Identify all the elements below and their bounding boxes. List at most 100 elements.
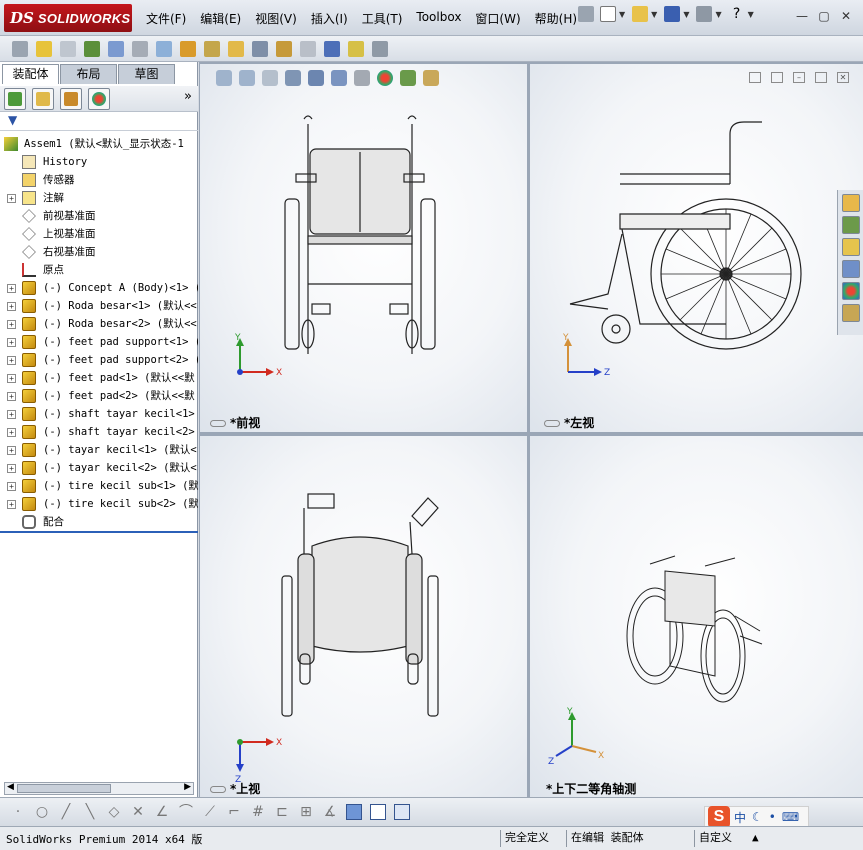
expand-icon[interactable]: + [7, 500, 16, 509]
feature-manager-tab[interactable] [4, 87, 26, 110]
dimension-icon[interactable]: ⊏ [274, 804, 290, 820]
expand-icon[interactable]: + [7, 464, 16, 473]
expand-icon[interactable]: + [7, 446, 16, 455]
tree-item[interactable]: 配合 [0, 513, 198, 531]
file-explorer-icon[interactable] [842, 260, 860, 278]
minimize-icon[interactable]: — [793, 8, 811, 24]
viewport-top[interactable]: X Z *上视 [200, 436, 527, 797]
chevron-down-icon[interactable]: ▼ [619, 10, 625, 19]
scroll-right-icon[interactable]: ▶ [184, 782, 191, 792]
polygon-icon[interactable]: ◇ [106, 804, 122, 820]
tree-item[interactable]: 前视基准面 [0, 207, 198, 225]
menu-window[interactable]: 窗口(W) [475, 10, 520, 27]
trim-icon[interactable]: ✕ [130, 804, 146, 820]
new-document-icon[interactable] [600, 6, 616, 22]
viewport-left[interactable]: – ✕ Y Z *左视 [530, 64, 863, 432]
menu-edit[interactable]: 编辑(E) [200, 10, 241, 27]
ime-lang-toggle[interactable]: 中 [734, 809, 746, 826]
viewport-front[interactable]: Y X *前视 [200, 64, 527, 432]
open-folder-icon[interactable] [632, 6, 649, 22]
expand-icon[interactable]: + [7, 302, 16, 311]
bill-of-materials-icon[interactable] [252, 40, 268, 57]
tab-assembly[interactable]: 装配体 [2, 64, 59, 84]
glasses-icon[interactable] [210, 420, 226, 427]
moon-icon[interactable]: ☾ [752, 810, 763, 824]
take-snapshot-icon[interactable] [372, 40, 388, 57]
viewport-isometric[interactable]: Y Z X *上下二等角轴测 [530, 436, 863, 797]
home-icon[interactable] [842, 194, 860, 212]
tree-item[interactable]: + (-) Roda besar<2> (默认<< [0, 315, 198, 333]
assembly-features-icon[interactable] [180, 40, 196, 57]
solidworks-logo[interactable]: DS SOLIDWORKS [4, 4, 132, 32]
print-icon[interactable] [696, 6, 713, 22]
tree-item[interactable]: + (-) feet pad<1> (默认<<默 [0, 369, 198, 387]
circle-icon[interactable]: ○ [34, 804, 50, 820]
expand-icon[interactable]: + [7, 392, 16, 401]
help-icon[interactable]: ? [729, 6, 745, 22]
configuration-manager-tab[interactable] [60, 87, 82, 110]
chevron-down-icon[interactable]: ▼ [683, 10, 689, 19]
paperclip-icon[interactable] [60, 40, 76, 57]
chevron-down-icon[interactable]: ▼ [748, 10, 754, 19]
angle-icon[interactable]: ∠ [154, 804, 170, 820]
scroll-thumb[interactable] [17, 784, 111, 793]
tree-item[interactable]: + (-) feet pad support<2> ( [0, 351, 198, 369]
fillet-icon[interactable]: ⌒ [178, 804, 194, 820]
collapse-panel-icon[interactable]: » [184, 89, 192, 104]
design-library-icon[interactable] [842, 238, 860, 256]
restore-icon[interactable]: ▢ [815, 8, 833, 24]
menu-toolbox[interactable]: Toolbox [416, 10, 461, 27]
explode-line-icon[interactable] [300, 40, 316, 57]
expand-icon[interactable]: + [7, 410, 16, 419]
property-manager-tab[interactable] [32, 87, 54, 110]
tree-item[interactable]: + (-) Roda besar<1> (默认<< [0, 297, 198, 315]
status-units[interactable]: 自定义 [694, 830, 732, 847]
tree-item[interactable]: 原点 [0, 261, 198, 279]
line-icon[interactable]: ╱ [58, 804, 74, 820]
expand-icon[interactable]: + [7, 320, 16, 329]
move-component-icon[interactable] [132, 40, 148, 57]
expand-icon[interactable]: + [7, 428, 16, 437]
glasses-icon[interactable] [210, 786, 226, 793]
centerline-icon[interactable]: ╲ [82, 804, 98, 820]
point-icon[interactable]: · [10, 804, 26, 820]
pin-icon[interactable] [578, 6, 594, 22]
ime-punct-toggle[interactable]: • [769, 810, 776, 824]
view-cube-icon[interactable] [346, 803, 362, 820]
keyboard-icon[interactable]: ⌨ [782, 810, 799, 824]
new-motion-study-icon[interactable] [228, 40, 244, 57]
instant3d-icon[interactable] [324, 40, 340, 57]
menu-file[interactable]: 文件(F) [146, 10, 186, 27]
scroll-left-icon[interactable]: ◀ [7, 782, 14, 792]
component-pattern-icon[interactable] [108, 40, 124, 57]
mate-icon[interactable] [84, 40, 100, 57]
chevron-down-icon[interactable]: ▼ [715, 10, 721, 19]
close-icon[interactable]: ✕ [837, 8, 855, 24]
tree-item[interactable]: 右视基准面 [0, 243, 198, 261]
resources-icon[interactable] [842, 216, 860, 234]
expand-icon[interactable]: + [7, 356, 16, 365]
expand-icon[interactable]: + [7, 284, 16, 293]
tree-item[interactable]: 上视基准面 [0, 225, 198, 243]
exploded-view-icon[interactable] [276, 40, 292, 57]
filter-icon[interactable]: ▼ [8, 113, 17, 127]
insert-component-icon[interactable] [12, 40, 28, 57]
tree-item[interactable]: + 注解 [0, 189, 198, 207]
grid-icon[interactable]: # [250, 804, 266, 820]
horizontal-scrollbar[interactable]: ◀ ▶ [4, 782, 194, 795]
expand-icon[interactable]: + [7, 482, 16, 491]
appearances-icon[interactable] [842, 282, 860, 300]
update-speedpak-icon[interactable] [348, 40, 364, 57]
menu-tools[interactable]: 工具(T) [362, 10, 403, 27]
tree-item[interactable]: + (-) shaft tayar kecil<2> [0, 423, 198, 441]
expand-icon[interactable]: + [7, 374, 16, 383]
chevron-up-icon[interactable]: ▲ [748, 830, 759, 847]
chevron-down-icon[interactable]: ▼ [651, 10, 657, 19]
menu-view[interactable]: 视图(V) [255, 10, 297, 27]
offset-icon[interactable]: ⟋ [202, 804, 218, 820]
glasses-icon[interactable] [544, 420, 560, 427]
new-part-icon[interactable] [36, 40, 52, 57]
sogou-logo[interactable]: S [708, 806, 730, 828]
tree-item[interactable]: Assem1 (默认<默认_显示状态-1 [0, 135, 198, 153]
corner-icon[interactable]: ⌐ [226, 804, 242, 820]
